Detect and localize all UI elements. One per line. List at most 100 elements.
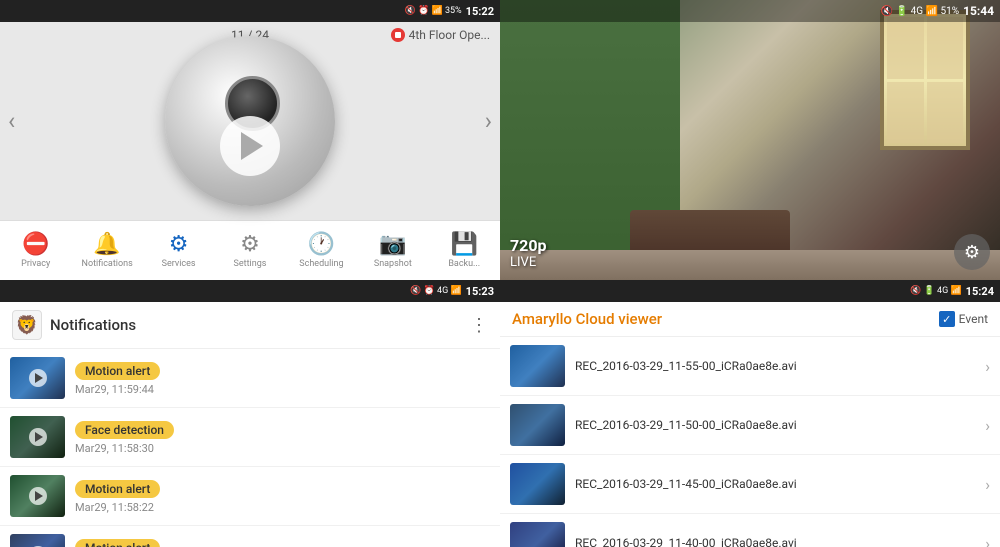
event-checkbox[interactable]: ✓ Event <box>939 311 988 327</box>
tab-services[interactable]: ⚙ Services <box>143 232 214 269</box>
room-floor <box>500 250 1000 280</box>
notif-status-icons: 🔇 ⏰ 4G 📶 <box>410 286 462 296</box>
backup-icon: 💾 <box>451 232 478 257</box>
bottom-half: 🔇 ⏰ 4G 📶 15:23 🦁 Notifications ⋮ Motion … <box>0 280 1000 547</box>
left-battery: 35% <box>445 6 462 16</box>
notifications-panel: 🔇 ⏰ 4G 📶 15:23 🦁 Notifications ⋮ Motion … <box>0 280 500 547</box>
camera-feed: 🔇 🔋 4G 📶 51% 15:44 720p LIVE ⚙ <box>500 0 1000 280</box>
notifications-icon: 🔔 <box>93 232 120 257</box>
tab-settings-label: Settings <box>234 259 267 269</box>
feed-quality-info: 720p LIVE <box>510 236 547 270</box>
scheduling-icon: 🕐 <box>308 232 335 257</box>
thumb-play-icon-3 <box>29 487 47 505</box>
tab-privacy-label: Privacy <box>21 259 50 269</box>
notif-tag-4: Motion alert <box>75 539 160 547</box>
notif-status-bar: 🔇 ⏰ 4G 📶 15:23 <box>0 280 500 302</box>
quality-badge: 720p <box>510 236 547 255</box>
left-status-icons: 🔇 ⏰ 📶 35% <box>405 6 462 16</box>
notif-title-left: 🦁 Notifications <box>12 310 136 340</box>
tab-settings[interactable]: ⚙ Settings <box>214 232 285 269</box>
right-camera-panel: 🔇 🔋 4G 📶 51% 15:44 720p LIVE ⚙ <box>500 0 1000 280</box>
notif-content-1: Motion alert Mar29, 11:59:44 <box>75 360 490 396</box>
window-pane-1 <box>887 17 924 79</box>
nav-right-button[interactable]: › <box>485 107 492 135</box>
tab-bar: ⛔ Privacy 🔔 Notifications ⚙ Services ⚙ S… <box>0 220 500 280</box>
notif-time-2: Mar29, 11:58:30 <box>75 442 490 455</box>
play-button[interactable] <box>220 116 280 176</box>
left-top-time: 15:22 <box>466 5 494 18</box>
more-options-button[interactable]: ⋮ <box>470 315 488 336</box>
cloud-status-icons: 🔇 🔋 4G 📶 <box>910 286 962 296</box>
tab-backup[interactable]: 💾 Backu... <box>429 232 500 269</box>
camera-view: 11 / 24 4th Floor Ope... ‹ › <box>0 22 500 220</box>
cloud-filename-1: REC_2016-03-29_11-55-00_iCRa0ae8e.avi <box>575 359 975 373</box>
list-item[interactable]: REC_2016-03-29_11-40-00_iCRa0ae8e.avi › <box>500 514 1000 547</box>
list-item[interactable]: REC_2016-03-29_11-55-00_iCRa0ae8e.avi › <box>500 337 1000 396</box>
cloud-thumbnail-2 <box>510 404 565 446</box>
camera-name-label: 4th Floor Ope... <box>391 28 490 42</box>
feed-status-bar: 🔇 🔋 4G 📶 51% 15:44 <box>500 0 1000 22</box>
tab-scheduling-label: Scheduling <box>299 259 343 269</box>
status-bar-left: 🔇 ⏰ 📶 35% 15:22 <box>0 0 500 22</box>
right-top-time: 15:44 <box>963 4 994 18</box>
cloud-viewer-title: Amaryllo Cloud viewer <box>512 310 662 328</box>
list-item[interactable]: REC_2016-03-29_11-45-00_iCRa0ae8e.avi › <box>500 455 1000 514</box>
notif-thumbnail-2 <box>10 416 65 458</box>
notif-content-2: Face detection Mar29, 11:58:30 <box>75 419 490 455</box>
tab-snapshot-label: Snapshot <box>374 259 412 269</box>
thumb-play-icon-1 <box>29 369 47 387</box>
services-icon: ⚙ <box>169 232 189 257</box>
notifications-list: Motion alert Mar29, 11:59:44 Face detect… <box>0 349 500 547</box>
notif-thumbnail-4 <box>10 534 65 547</box>
cloud-status-bar: 🔇 🔋 4G 📶 15:24 <box>500 280 1000 302</box>
red-stop-icon <box>391 28 405 42</box>
settings-icon: ⚙ <box>240 232 260 257</box>
play-triangle-icon <box>241 132 263 160</box>
cloud-arrow-icon-1: › <box>985 357 990 376</box>
cloud-thumbnail-3 <box>510 463 565 505</box>
thumb-play-icon-2 <box>29 428 47 446</box>
notif-thumbnail-1 <box>10 357 65 399</box>
window-pane-3 <box>887 82 924 144</box>
cloud-title-bar: Amaryllo Cloud viewer ✓ Event <box>500 302 1000 337</box>
window-pane-4 <box>927 82 964 144</box>
cloud-arrow-icon-4: › <box>985 534 990 547</box>
tab-notifications[interactable]: 🔔 Notifications <box>71 232 142 269</box>
cloud-arrow-icon-3: › <box>985 475 990 494</box>
checkbox-icon: ✓ <box>939 311 955 327</box>
tab-services-label: Services <box>162 259 196 269</box>
cloud-filename-4: REC_2016-03-29_11-40-00_iCRa0ae8e.avi <box>575 536 975 547</box>
list-item[interactable]: REC_2016-03-29_11-50-00_iCRa0ae8e.avi › <box>500 396 1000 455</box>
cloud-viewer-panel: 🔇 🔋 4G 📶 15:24 Amaryllo Cloud viewer ✓ E… <box>500 280 1000 547</box>
list-item[interactable]: Face detection Mar29, 11:58:30 <box>0 408 500 467</box>
notifications-title: Notifications <box>50 316 136 334</box>
list-item[interactable]: Motion alert Mar29, 11:59:44 <box>0 349 500 408</box>
tab-backup-label: Backu... <box>448 259 480 269</box>
camera-device-icon <box>165 36 335 206</box>
tab-scheduling[interactable]: 🕐 Scheduling <box>286 232 357 269</box>
nav-left-button[interactable]: ‹ <box>8 107 15 135</box>
live-badge: LIVE <box>510 255 547 270</box>
event-label: Event <box>959 312 988 326</box>
cloud-recordings-list: REC_2016-03-29_11-55-00_iCRa0ae8e.avi › … <box>500 337 1000 547</box>
tab-privacy[interactable]: ⛔ Privacy <box>0 232 71 269</box>
notif-time-3: Mar29, 11:58:22 <box>75 501 490 514</box>
window-pane-2 <box>927 17 964 79</box>
notif-thumbnail-3 <box>10 475 65 517</box>
cloud-filename-3: REC_2016-03-29_11-45-00_iCRa0ae8e.avi <box>575 477 975 491</box>
cloud-status-time: 15:24 <box>966 285 994 298</box>
notif-time-1: Mar29, 11:59:44 <box>75 383 490 396</box>
notif-content-3: Motion alert Mar29, 11:58:22 <box>75 478 490 514</box>
notif-content-4: Motion alert Mar29, 11:57:00 <box>75 537 490 547</box>
lion-logo-icon: 🦁 <box>12 310 42 340</box>
list-item[interactable]: Motion alert Mar29, 11:58:22 <box>0 467 500 526</box>
tab-snapshot[interactable]: 📷 Snapshot <box>357 232 428 269</box>
snapshot-icon: 📷 <box>379 232 406 257</box>
feed-settings-button[interactable]: ⚙ <box>954 234 990 270</box>
window-element <box>880 10 970 150</box>
top-half: 🔇 ⏰ 📶 35% 15:22 11 / 24 4th Floor Ope...… <box>0 0 1000 280</box>
list-item[interactable]: Motion alert Mar29, 11:57:00 <box>0 526 500 547</box>
notif-tag-3: Motion alert <box>75 480 160 498</box>
right-top-status: 🔇 🔋 4G 📶 51% <box>881 6 959 17</box>
cloud-thumbnail-4 <box>510 522 565 547</box>
